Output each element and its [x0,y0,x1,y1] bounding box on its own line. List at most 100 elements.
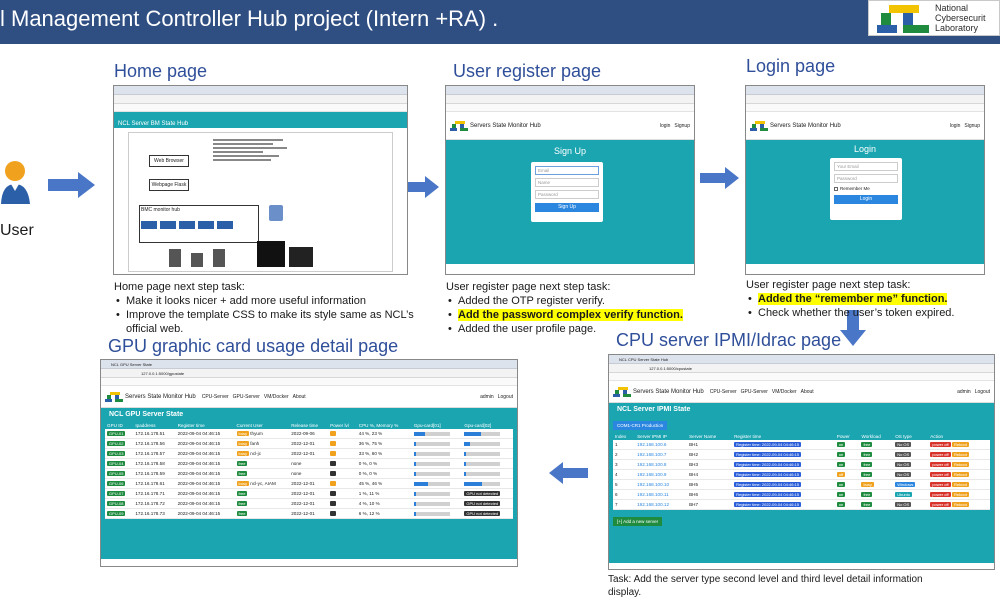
reboot-button[interactable]: Reboot [951,452,969,457]
table-row[interactable]: GPU-08 172.16.178.72 2022-09-04 04:46:15 fr… [105,498,513,509]
nav-vm-docker[interactable]: VM/Docker [264,394,289,400]
reboot-button[interactable]: Reboot [951,462,969,467]
table-cell [328,448,357,459]
table-row[interactable]: 7 192.168.100.12 BH7 Register time: 2022-09… [613,499,990,510]
power-off-button[interactable]: power off [930,472,951,477]
server-ip-link[interactable]: 192.168.100.9 [637,472,666,477]
table-row[interactable]: GPU-05 172.16.178.59 2022-09-04 04:46:15 fr… [105,468,513,479]
table-row[interactable]: GPU-01 172.16.178.51 2022-09-04 04:46:15 bu… [105,429,513,439]
table-cell: 1 %, 11 % [356,488,412,499]
admin-link[interactable]: admin [957,389,971,395]
table-cell: 2022-12-01 [289,508,329,519]
email-field[interactable]: Email [535,166,599,175]
table-row[interactable]: 1 192.168.100.6 BH1 Register time: 2022-09-… [613,440,990,450]
nav-cpu-server[interactable]: CPU-Server [202,394,229,400]
nav-gpu-server[interactable]: GPU-Server [741,389,768,395]
remember-me-row[interactable]: Remember Me [834,186,898,191]
gpu-column-header: CPU %, Memory % [356,421,412,429]
gpu-usage-bar [464,431,501,436]
server-ip-link[interactable]: 192.168.100.6 [637,442,666,447]
table-cell: 6 %, 12 % [356,508,412,519]
power-off-button[interactable]: power off [930,452,951,457]
reboot-button[interactable]: Reboot [951,492,969,497]
nav-login-link[interactable]: login [950,123,961,129]
gpu-column-header: GPU ID [105,421,134,429]
logout-link[interactable]: Logout [498,394,513,400]
url-bar[interactable]: 127.0.0.1:5000/gpustate [101,369,517,378]
password-field[interactable]: Password [535,190,599,199]
login-button[interactable]: Login [834,195,898,204]
reboot-button[interactable]: Reboot [951,482,969,487]
table-row[interactable]: 2 192.168.100.7 BH2 Register time: 2022-09-… [613,449,990,460]
power-off-button[interactable]: power off [930,462,951,467]
table-row[interactable]: 3 192.168.100.8 BH3 Register time: 2022-09-… [613,459,990,470]
admin-link[interactable]: admin [480,394,494,400]
table-row[interactable]: GPU-07 172.16.178.71 2022-09-04 04:46:15 fr… [105,488,513,499]
table-cell [411,438,463,449]
remember-me-checkbox[interactable] [834,186,838,191]
table-cell: power off Reboot [928,449,990,460]
power-off-button[interactable]: power off [930,492,951,497]
browser-tab[interactable]: NCL GPU Server State [101,360,517,369]
register-time-badge: Register time: 2022-09-04 04:46:15 [734,452,802,457]
table-cell [411,488,463,499]
power-off-button[interactable]: power off [930,502,951,507]
url-bar[interactable]: 127.0.0.1:5000/cpustate [609,364,994,373]
table-cell: GPU not detected [462,498,513,509]
table-cell: 192.168.100.12 [635,499,688,510]
table-row[interactable]: 5 192.168.100.10 BH5 Register time: 2022-09… [613,479,990,490]
table-cell: free [859,440,894,450]
table-cell: 2022-09-04 04:46:15 [175,498,235,509]
nav-about[interactable]: About [801,389,814,395]
signup-button[interactable]: Sign Up [535,203,599,212]
server-ip-link[interactable]: 192.168.100.8 [637,462,666,467]
logout-link[interactable]: Logout [975,389,990,395]
gpu-usage-bar [413,471,450,476]
cpu-column-header: Action [928,432,990,440]
table-cell [411,508,463,519]
table-cell: free [859,499,894,510]
power-badge [330,441,337,446]
mini-logo-icon [450,120,468,131]
nav-gpu-server[interactable]: GPU-Server [233,394,260,400]
table-row[interactable]: 6 192.168.100.11 BH6 Register time: 2022-09… [613,489,990,500]
nav-about[interactable]: About [293,394,306,400]
power-badge [330,511,337,516]
table-row[interactable]: GPU-03 172.16.178.57 2022-09-04 04:46:15 bu… [105,448,513,459]
browser-tab[interactable]: NCL CPU Server State Hub [609,355,994,364]
server-ip-link[interactable]: 192.168.100.11 [637,492,669,497]
tab-production[interactable]: COM1-CR1 Production [613,421,668,430]
nav-vm-docker[interactable]: VM/Docker [772,389,797,395]
nav-signup-link[interactable]: Signup [964,123,980,129]
reboot-button[interactable]: Reboot [951,472,969,477]
nav-login-link[interactable]: login [660,123,671,129]
nav-signup-link[interactable]: Signup [674,123,690,129]
add-server-button[interactable]: [+] Add a new server [613,517,663,526]
table-row[interactable]: 4 192.168.100.9 BH4 Register time: 2022-09-… [613,469,990,480]
password-field[interactable]: Password [834,174,898,183]
server-ip-link[interactable]: 192.168.100.10 [637,482,669,487]
server-ip-link[interactable]: 192.168.100.12 [637,502,669,507]
gpu-column-header: Gpu-card[01] [411,421,463,429]
email-field[interactable]: Your Email [834,162,898,171]
home-page-screenshot: NCL Server BM State Hub Web Browser Webp… [113,85,408,275]
table-row[interactable]: GPU-02 172.16.178.56 2022-09-04 04:46:15 bu… [105,438,513,449]
name-field[interactable]: Name [535,178,599,187]
reboot-button[interactable]: Reboot [951,442,969,447]
note-item: Add the password complex verify function… [446,308,736,322]
server-ip-link[interactable]: 192.168.100.7 [637,452,666,457]
cpu-column-header: Workload [859,432,894,440]
status-badge: busy [236,451,249,456]
table-cell: busy ncl-yc, AIAM [234,478,290,489]
ncl-logo: National Cybersecurit Laboratory [868,0,1000,36]
reboot-button[interactable]: Reboot [951,502,969,507]
table-row[interactable]: GPU-04 172.16.178.58 2022-09-04 04:46:15 fr… [105,458,513,469]
nav-cpu-server[interactable]: CPU-Server [710,389,737,395]
table-row[interactable]: GPU-06 172.16.178.61 2022-09-04 04:46:15 bu… [105,478,513,489]
table-cell: BH1 [687,440,733,450]
table-cell: BH7 [687,499,733,510]
power-off-button[interactable]: power off [930,442,951,447]
power-off-button[interactable]: power off [930,482,951,487]
table-row[interactable]: GPU-09 172.16.178.73 2022-09-04 04:46:15 fr… [105,508,513,519]
table-cell: GPU not detected [462,508,513,519]
